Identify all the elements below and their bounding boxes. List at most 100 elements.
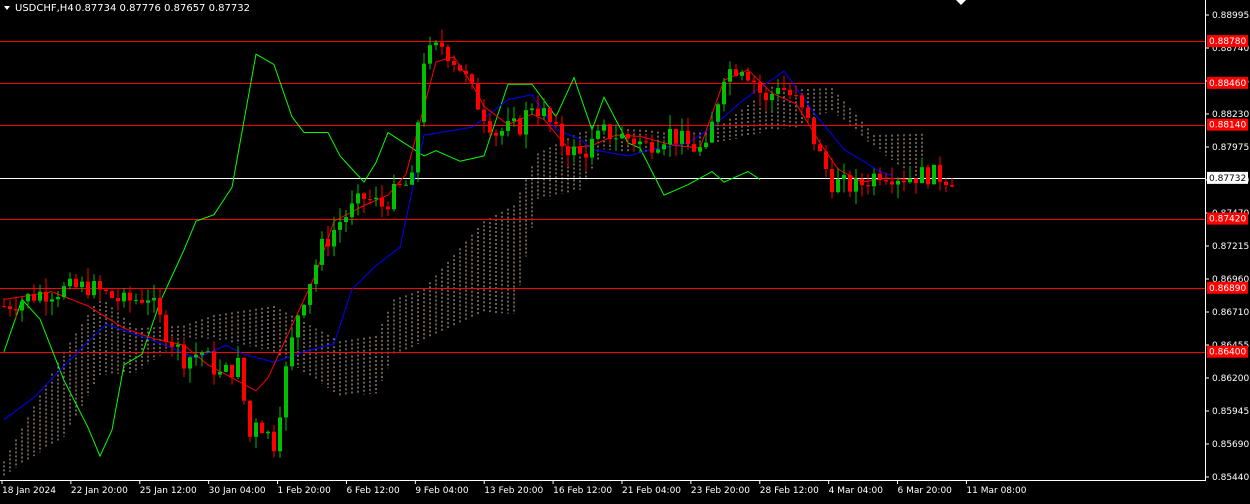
bear-candle-body xyxy=(578,146,582,154)
time-axis-tick-label: 18 Jan 2024 xyxy=(2,486,56,496)
bull-candle-body xyxy=(872,173,876,187)
bear-candle-body xyxy=(470,74,474,84)
bear-candle-body xyxy=(518,118,522,135)
bear-candle-body xyxy=(944,181,948,186)
time-axis-tick-label: 21 Feb 04:00 xyxy=(622,486,681,496)
chart-svg: 0.889950.887400.884850.882300.879750.877… xyxy=(0,0,1250,500)
level-price-label: 0.88140 xyxy=(1209,121,1246,131)
bull-candle-body xyxy=(932,164,936,185)
bear-candle-body xyxy=(368,198,372,200)
bear-candle-body xyxy=(386,206,390,210)
bear-candle-body xyxy=(890,181,894,185)
bull-candle-body xyxy=(896,180,900,185)
chart-background xyxy=(0,0,1250,500)
bull-candle-body xyxy=(320,238,324,265)
bull-candle-body xyxy=(254,422,258,437)
bear-candle-body xyxy=(812,117,816,145)
bear-candle-body xyxy=(914,178,918,184)
bear-candle-body xyxy=(116,297,120,302)
bear-candle-body xyxy=(380,197,384,207)
bear-candle-body xyxy=(548,108,552,122)
bull-candle-body xyxy=(416,122,420,173)
bull-candle-body xyxy=(908,178,912,183)
bull-candle-body xyxy=(728,69,732,82)
bear-candle-body xyxy=(608,124,612,140)
bull-candle-body xyxy=(524,110,528,135)
bull-candle-body xyxy=(266,431,270,434)
price-axis-tick-label: 0.85690 xyxy=(1212,440,1249,450)
time-axis-tick-label: 16 Feb 12:00 xyxy=(553,486,612,496)
bear-candle-body xyxy=(626,133,630,139)
bear-candle-body xyxy=(158,297,162,315)
bear-candle-body xyxy=(464,70,468,75)
time-axis-tick-label: 25 Jan 12:00 xyxy=(140,486,197,496)
bear-candle-body xyxy=(398,183,402,185)
bull-candle-body xyxy=(332,229,336,247)
bear-candle-body xyxy=(554,121,558,124)
bull-candle-body xyxy=(206,351,210,353)
bull-candle-body xyxy=(284,366,288,418)
time-axis-tick-label: 6 Feb 12:00 xyxy=(346,486,400,496)
bear-candle-body xyxy=(128,292,132,301)
bear-candle-body xyxy=(536,108,540,117)
bear-candle-body xyxy=(362,193,366,199)
price-axis-tick-label: 0.85945 xyxy=(1212,407,1249,417)
bear-candle-body xyxy=(644,141,648,143)
bull-candle-body xyxy=(590,138,594,158)
time-axis-tick-label: 23 Feb 20:00 xyxy=(691,486,750,496)
chart-header: USDCHF,H4 0.87734 0.87776 0.87657 0.8773… xyxy=(4,3,250,14)
bear-candle-body xyxy=(860,178,864,186)
time-axis-tick-label: 28 Feb 12:00 xyxy=(760,486,819,496)
bear-candle-body xyxy=(248,400,252,437)
bear-candle-body xyxy=(260,422,264,434)
bear-candle-body xyxy=(848,174,852,192)
bear-candle-body xyxy=(494,132,498,136)
chart: 0.889950.887400.884850.882300.879750.877… xyxy=(0,0,1250,500)
bull-candle-body xyxy=(344,217,348,223)
time-axis-tick-label: 9 Feb 04:00 xyxy=(415,486,469,496)
bear-candle-body xyxy=(8,306,12,310)
bear-candle-body xyxy=(458,65,462,71)
bull-candle-body xyxy=(404,184,408,186)
price-axis-tick-label: 0.86200 xyxy=(1212,374,1249,384)
bear-candle-body xyxy=(44,291,48,302)
bear-candle-body xyxy=(182,344,186,369)
bull-candle-body xyxy=(920,167,924,184)
bull-candle-body xyxy=(218,371,222,375)
bull-candle-body xyxy=(716,104,720,122)
bear-candle-body xyxy=(104,289,108,292)
bull-candle-body xyxy=(62,286,66,298)
bear-candle-body xyxy=(164,314,168,343)
time-axis-tick-label: 11 Mar 08:00 xyxy=(966,486,1026,496)
bull-candle-body xyxy=(134,299,138,301)
bear-candle-body xyxy=(824,151,828,170)
bull-candle-body xyxy=(842,174,846,180)
bull-candle-body xyxy=(614,138,618,140)
bear-candle-body xyxy=(566,146,570,156)
bear-candle-body xyxy=(674,128,678,144)
bull-candle-body xyxy=(296,315,300,338)
bull-candle-body xyxy=(290,337,294,367)
current-price-label: 0.87732 xyxy=(1209,174,1246,184)
bear-candle-body xyxy=(560,123,564,147)
bear-candle-body xyxy=(482,109,486,122)
time-axis-tick-label: 30 Jan 04:00 xyxy=(209,486,266,496)
bull-candle-body xyxy=(314,264,318,285)
bull-candle-body xyxy=(680,130,684,144)
bull-candle-body xyxy=(710,121,714,143)
bear-candle-body xyxy=(950,185,954,187)
bear-candle-body xyxy=(452,61,456,66)
bear-candle-body xyxy=(806,107,810,118)
bull-candle-body xyxy=(392,183,396,210)
bull-candle-body xyxy=(596,130,600,139)
bear-candle-body xyxy=(242,357,246,401)
bull-candle-body xyxy=(662,144,666,150)
bull-candle-body xyxy=(50,299,54,302)
bull-candle-body xyxy=(836,179,840,193)
bear-candle-body xyxy=(446,46,450,62)
bear-candle-body xyxy=(884,180,888,182)
bear-candle-body xyxy=(86,281,90,296)
bear-candle-body xyxy=(926,167,930,185)
level-price-label: 0.88460 xyxy=(1209,79,1246,89)
bull-candle-body xyxy=(302,304,306,316)
